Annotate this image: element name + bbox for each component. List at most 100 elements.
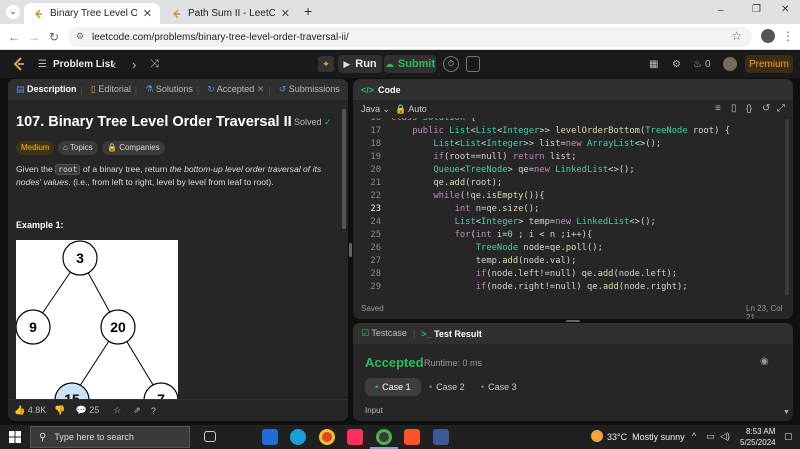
- reload-icon[interactable]: ↻: [46, 29, 62, 45]
- url-field[interactable]: ⚙ leetcode.com/problems/binary-tree-leve…: [68, 27, 752, 47]
- notification-icon[interactable]: ▢: [784, 431, 793, 442]
- auto-mode[interactable]: 🔒 Auto: [395, 104, 427, 115]
- left-scrollbar[interactable]: [342, 109, 346, 229]
- tab-testcase[interactable]: ☑ Testcase: [361, 328, 407, 339]
- timer-icon[interactable]: ⏱: [443, 56, 459, 72]
- tab-submissions[interactable]: ↺ Submissions: [279, 84, 340, 95]
- back-icon[interactable]: ←: [6, 29, 22, 45]
- volume-icon[interactable]: ◁): [720, 431, 730, 442]
- help-icon[interactable]: ?: [151, 406, 156, 416]
- next-problem-icon[interactable]: ›: [132, 50, 136, 78]
- favorite-star-icon[interactable]: ☆: [113, 405, 121, 416]
- horizontal-splitter-handle[interactable]: [566, 320, 580, 322]
- close-icon[interactable]: ✕: [257, 84, 265, 94]
- close-tab-icon[interactable]: ✕: [143, 7, 152, 20]
- settings-gear-icon[interactable]: ⚙: [672, 50, 681, 78]
- reset-icon[interactable]: ↺: [762, 103, 770, 114]
- braces-icon[interactable]: {}: [746, 103, 752, 113]
- chrome-icon[interactable]: [319, 429, 335, 445]
- problem-title[interactable]: 107. Binary Tree Level Order Traversal I…: [16, 114, 292, 130]
- tab-accepted[interactable]: ↻ Accepted ✕: [207, 84, 264, 95]
- code-line[interactable]: 25 for(int i=0 ; i < n ;i++){: [353, 229, 783, 242]
- tab-search-button[interactable]: ⌄: [6, 5, 20, 19]
- clock-time[interactable]: 8:53 AM: [746, 427, 775, 436]
- minimize-button[interactable]: ‒: [718, 5, 724, 16]
- code-line[interactable]: 24 List<Integer> temp=new LinkedList<>()…: [353, 216, 783, 229]
- code-line[interactable]: 28 if(node.left!=null) qe.add(node.left)…: [353, 268, 783, 281]
- task-view-icon[interactable]: [204, 431, 216, 442]
- premium-button[interactable]: Premium: [745, 55, 793, 73]
- shuffle-icon[interactable]: ⤨: [150, 50, 159, 78]
- tab-solutions[interactable]: ⚗ Solutions: [145, 84, 193, 95]
- prev-problem-icon[interactable]: ‹: [112, 50, 116, 78]
- tab-editorial[interactable]: ▯ Editorial: [91, 84, 131, 95]
- problem-list-button[interactable]: ☰ Problem List: [38, 50, 114, 78]
- case-1-button[interactable]: • Case 1: [365, 378, 421, 396]
- tab-description[interactable]: ▤ Description: [16, 84, 77, 95]
- companies-badge[interactable]: 🔒 Companies: [102, 141, 165, 155]
- eye-icon[interactable]: ◉: [760, 356, 769, 367]
- edge-browser-icon[interactable]: [290, 429, 306, 445]
- like-button[interactable]: 👍 4.8K: [14, 405, 46, 416]
- streak-counter[interactable]: ♨ 0: [693, 50, 711, 78]
- fullscreen-icon[interactable]: ⤢: [777, 103, 785, 114]
- code-line[interactable]: 17 public List<List<Integer>> levelOrder…: [353, 125, 783, 138]
- code-line[interactable]: 19 if(root==null) return list;: [353, 151, 783, 164]
- code-line[interactable]: 21 qe.add(root);: [353, 177, 783, 190]
- submit-button[interactable]: ☁ Submit: [384, 55, 436, 73]
- share-icon[interactable]: ⇗: [133, 405, 141, 416]
- language-select[interactable]: Java ⌄: [361, 104, 390, 115]
- intellij-icon[interactable]: [347, 429, 363, 445]
- code-line[interactable]: 27 temp.add(node.val);: [353, 255, 783, 268]
- system-tray-chevron-icon[interactable]: ^: [692, 431, 696, 441]
- network-icon[interactable]: ▭: [706, 431, 715, 442]
- format-code-icon[interactable]: ≡: [715, 103, 721, 114]
- code-editor[interactable]: 16 class Solution {17 public List<List<In…: [353, 118, 783, 296]
- bookmark-star-icon[interactable]: ☆: [731, 29, 742, 43]
- taskbar-search-box[interactable]: ⚲ Type here to search: [30, 426, 190, 448]
- browser-tab-active[interactable]: Binary Tree Level Order Traversa ✕: [24, 3, 160, 24]
- description-icon: ▤: [16, 84, 25, 94]
- code-line[interactable]: 26 TreeNode node=qe.poll();: [353, 242, 783, 255]
- weather-text[interactable]: 33°C Mostly sunny: [607, 432, 685, 442]
- code-line[interactable]: 29 if(node.right!=null) qe.add(node.righ…: [353, 281, 783, 294]
- site-info-icon[interactable]: ⚙: [76, 31, 84, 42]
- browser-tab[interactable]: Path Sum II - LeetCode ✕: [162, 3, 298, 24]
- profile-avatar[interactable]: [761, 29, 775, 43]
- tab-test-result[interactable]: >_ Test Result: [421, 329, 482, 339]
- code-line[interactable]: 22 while(!qe.isEmpty()){: [353, 190, 783, 203]
- user-avatar[interactable]: [723, 57, 737, 71]
- browser-menu-icon[interactable]: ⋮: [782, 29, 794, 43]
- editor-scrollbar[interactable]: [785, 119, 789, 295]
- vertical-splitter-handle[interactable]: [349, 243, 352, 257]
- code-line[interactable]: 18 List<List<Integer>> list=new ArrayLis…: [353, 138, 783, 151]
- run-button[interactable]: ▶ Run: [338, 55, 382, 73]
- code-line[interactable]: 23 int n=qe.size();: [353, 203, 783, 216]
- language-label: Java: [361, 104, 381, 114]
- code-line[interactable]: 20 Queue<TreeNode> qe=new LinkedList<>()…: [353, 164, 783, 177]
- weather-icon[interactable]: [591, 430, 603, 442]
- brave-icon[interactable]: [404, 429, 420, 445]
- chrome-active-icon[interactable]: [376, 429, 392, 445]
- result-scrollbar-arrow[interactable]: ▼: [783, 409, 790, 416]
- clock-date[interactable]: 5/25/2024: [740, 438, 776, 447]
- debug-button[interactable]: ✦: [318, 56, 334, 72]
- bookmark-icon[interactable]: ▯: [731, 103, 737, 114]
- notes-icon[interactable]: [466, 56, 480, 72]
- close-window-button[interactable]: ✕: [781, 4, 789, 15]
- close-tab-icon[interactable]: ✕: [281, 7, 290, 20]
- new-tab-button[interactable]: +: [304, 3, 312, 19]
- app-icon[interactable]: [433, 429, 449, 445]
- windows-start-icon[interactable]: [9, 431, 21, 446]
- dislike-button[interactable]: 👎: [54, 405, 65, 416]
- forward-icon[interactable]: →: [26, 29, 42, 45]
- mail-app-icon[interactable]: [262, 429, 278, 445]
- case-2-button[interactable]: • Case 2: [419, 378, 475, 396]
- leetcode-logo-icon[interactable]: [12, 50, 26, 78]
- code-line[interactable]: 16 class Solution {: [353, 118, 783, 125]
- comments-button[interactable]: 💬 25: [75, 405, 99, 416]
- case-3-button[interactable]: • Case 3: [471, 378, 527, 396]
- layout-icon[interactable]: ▦: [649, 50, 658, 78]
- topics-badge[interactable]: ⌂ Topics: [58, 141, 98, 155]
- maximize-button[interactable]: ❐: [752, 4, 761, 15]
